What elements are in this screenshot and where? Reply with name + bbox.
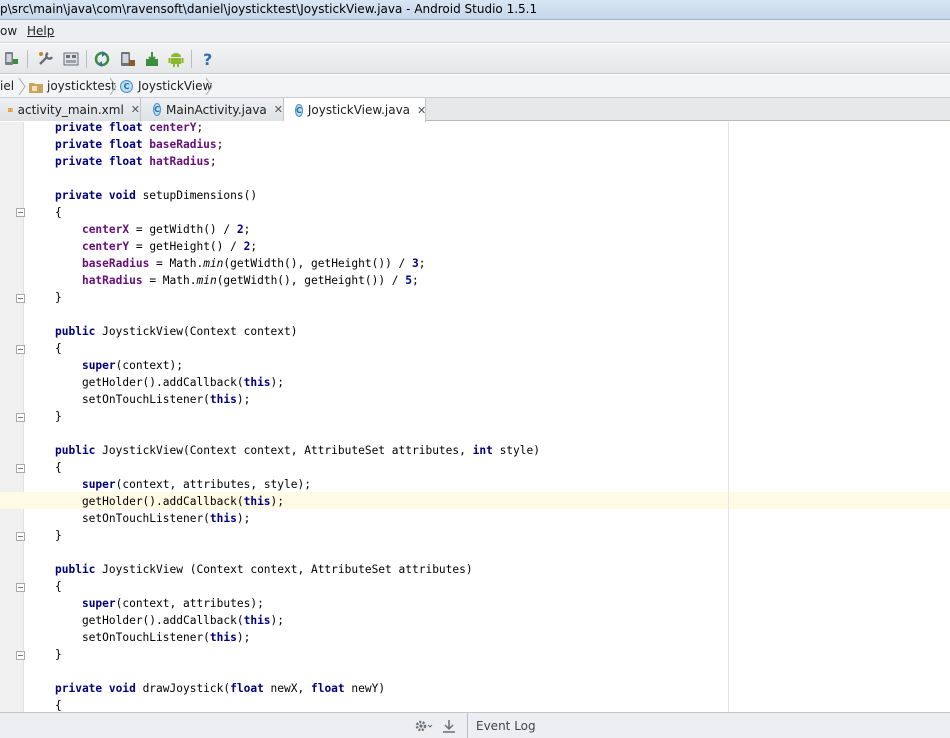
code-line: getHolder().addCallback(this);	[55, 376, 285, 389]
code-line: centerX = getWidth() / 2;	[81, 223, 251, 236]
avd-icon[interactable]	[118, 50, 136, 68]
menu-help-label: Help	[27, 24, 55, 38]
toolbar: ?	[0, 44, 950, 74]
sync-icon[interactable]	[93, 50, 111, 68]
code-line: setOnTouchListener(this);	[55, 512, 251, 525]
tab-label: activity_main.xml	[17, 102, 124, 117]
code-line: setOnTouchListener(this);	[55, 631, 251, 644]
class-icon: C	[153, 103, 161, 116]
code-line: {	[55, 699, 62, 712]
download-icon[interactable]	[442, 718, 456, 734]
structure-icon[interactable]	[62, 50, 80, 68]
title-bar: p\src\main\java\com\ravensoft\daniel\joy…	[0, 0, 950, 20]
menu-help[interactable]: Help	[27, 20, 54, 43]
device-icon[interactable]	[2, 50, 20, 68]
code-line: private float centerY;	[55, 122, 204, 134]
fold-marker[interactable]	[16, 294, 25, 303]
code-line: private float hatRadius;	[55, 155, 217, 168]
code-line: public JoystickView (Context context, At…	[55, 563, 473, 576]
code-line: centerY = getHeight() / 2;	[81, 240, 258, 253]
code-line: private void setupDimensions()	[55, 189, 258, 202]
wrench-icon[interactable]	[37, 50, 55, 68]
fold-marker[interactable]	[16, 651, 25, 660]
code-line: getHolder().addCallback(this);	[55, 614, 285, 627]
breadcrumb-chevron-icon	[109, 78, 117, 95]
code-line: }	[55, 648, 62, 661]
right-margin-guide	[728, 122, 729, 712]
code-line: public JoystickView(Context context, Att…	[55, 444, 540, 457]
code-line: setOnTouchListener(this);	[55, 393, 251, 406]
code-line: private void drawJoystick(float newX, fl…	[55, 682, 386, 695]
close-icon[interactable]: ✕	[131, 103, 140, 116]
gear-icon[interactable]	[414, 718, 434, 734]
svg-text:?: ?	[203, 50, 212, 68]
fold-marker[interactable]	[16, 345, 25, 354]
code-editor[interactable]: private float centerY; private float base…	[0, 122, 950, 712]
fold-marker[interactable]	[16, 583, 25, 592]
tab-label: JoystickView.java	[307, 103, 411, 117]
editor-tabs: activity_main.xml ✕ C MainActivity.java …	[0, 98, 950, 122]
tab-main-activity-java[interactable]: C MainActivity.java ✕	[141, 98, 284, 121]
breadcrumb: iel joysticktest C JoystickView	[0, 75, 950, 98]
toolbar-separator	[86, 50, 87, 68]
folder-icon	[29, 82, 43, 93]
menu-window[interactable]: ow	[0, 20, 17, 43]
status-bar: Event Log	[0, 712, 950, 738]
code-line: super(context);	[81, 359, 183, 372]
android-icon[interactable]	[167, 50, 185, 68]
tab-activity-main-xml[interactable]: activity_main.xml ✕	[0, 98, 141, 121]
close-icon[interactable]: ✕	[274, 103, 283, 116]
code-lines[interactable]: private float centerY; private float base…	[55, 122, 540, 712]
breadcrumb-module[interactable]: iel	[0, 75, 14, 98]
breadcrumb-package[interactable]: joysticktest	[29, 75, 116, 98]
breadcrumb-chevron-icon	[18, 78, 26, 95]
tab-label: MainActivity.java	[166, 102, 267, 117]
status-divider	[467, 713, 468, 738]
code-line: {	[55, 580, 62, 593]
code-line: }	[55, 529, 62, 542]
code-line: baseRadius = Math.min(getWidth(), getHei…	[81, 257, 426, 270]
window-title: p\src\main\java\com\ravensoft\daniel\joy…	[0, 2, 538, 16]
breadcrumb-package-label: joysticktest	[47, 79, 116, 93]
code-line: }	[55, 410, 62, 423]
event-log-button[interactable]: Event Log	[476, 713, 536, 738]
code-line: {	[55, 206, 62, 219]
class-icon: C	[295, 103, 303, 117]
fold-marker[interactable]	[16, 532, 25, 541]
breadcrumb-class[interactable]: C JoystickView	[120, 75, 212, 98]
code-line: private float baseRadius;	[55, 138, 224, 151]
code-line: public JoystickView(Context context)	[55, 325, 298, 338]
help-icon[interactable]: ?	[199, 50, 217, 68]
fold-marker[interactable]	[16, 464, 25, 473]
class-icon: C	[120, 80, 133, 93]
code-line: }	[55, 291, 62, 304]
xml-file-icon	[8, 107, 13, 112]
code-line: {	[55, 342, 62, 355]
code-line: super(context, attributes);	[81, 597, 264, 610]
code-line: hatRadius = Math.min(getWidth(), getHeig…	[81, 274, 419, 287]
breadcrumb-chevron-icon	[205, 78, 213, 95]
fold-marker[interactable]	[16, 413, 25, 422]
sdk-icon[interactable]	[143, 50, 161, 68]
toolbar-separator	[27, 50, 28, 68]
breadcrumb-class-label: JoystickView	[138, 79, 213, 93]
close-icon[interactable]: ✕	[417, 104, 426, 117]
code-line: getHolder().addCallback(this);	[55, 495, 285, 508]
toolbar-separator	[191, 50, 192, 68]
tab-joystick-view-java[interactable]: C JoystickView.java ✕	[284, 98, 426, 122]
code-line: {	[55, 461, 62, 474]
code-line: super(context, attributes, style);	[81, 478, 311, 491]
fold-marker[interactable]	[16, 208, 25, 217]
menu-bar: ow Help	[0, 20, 950, 43]
